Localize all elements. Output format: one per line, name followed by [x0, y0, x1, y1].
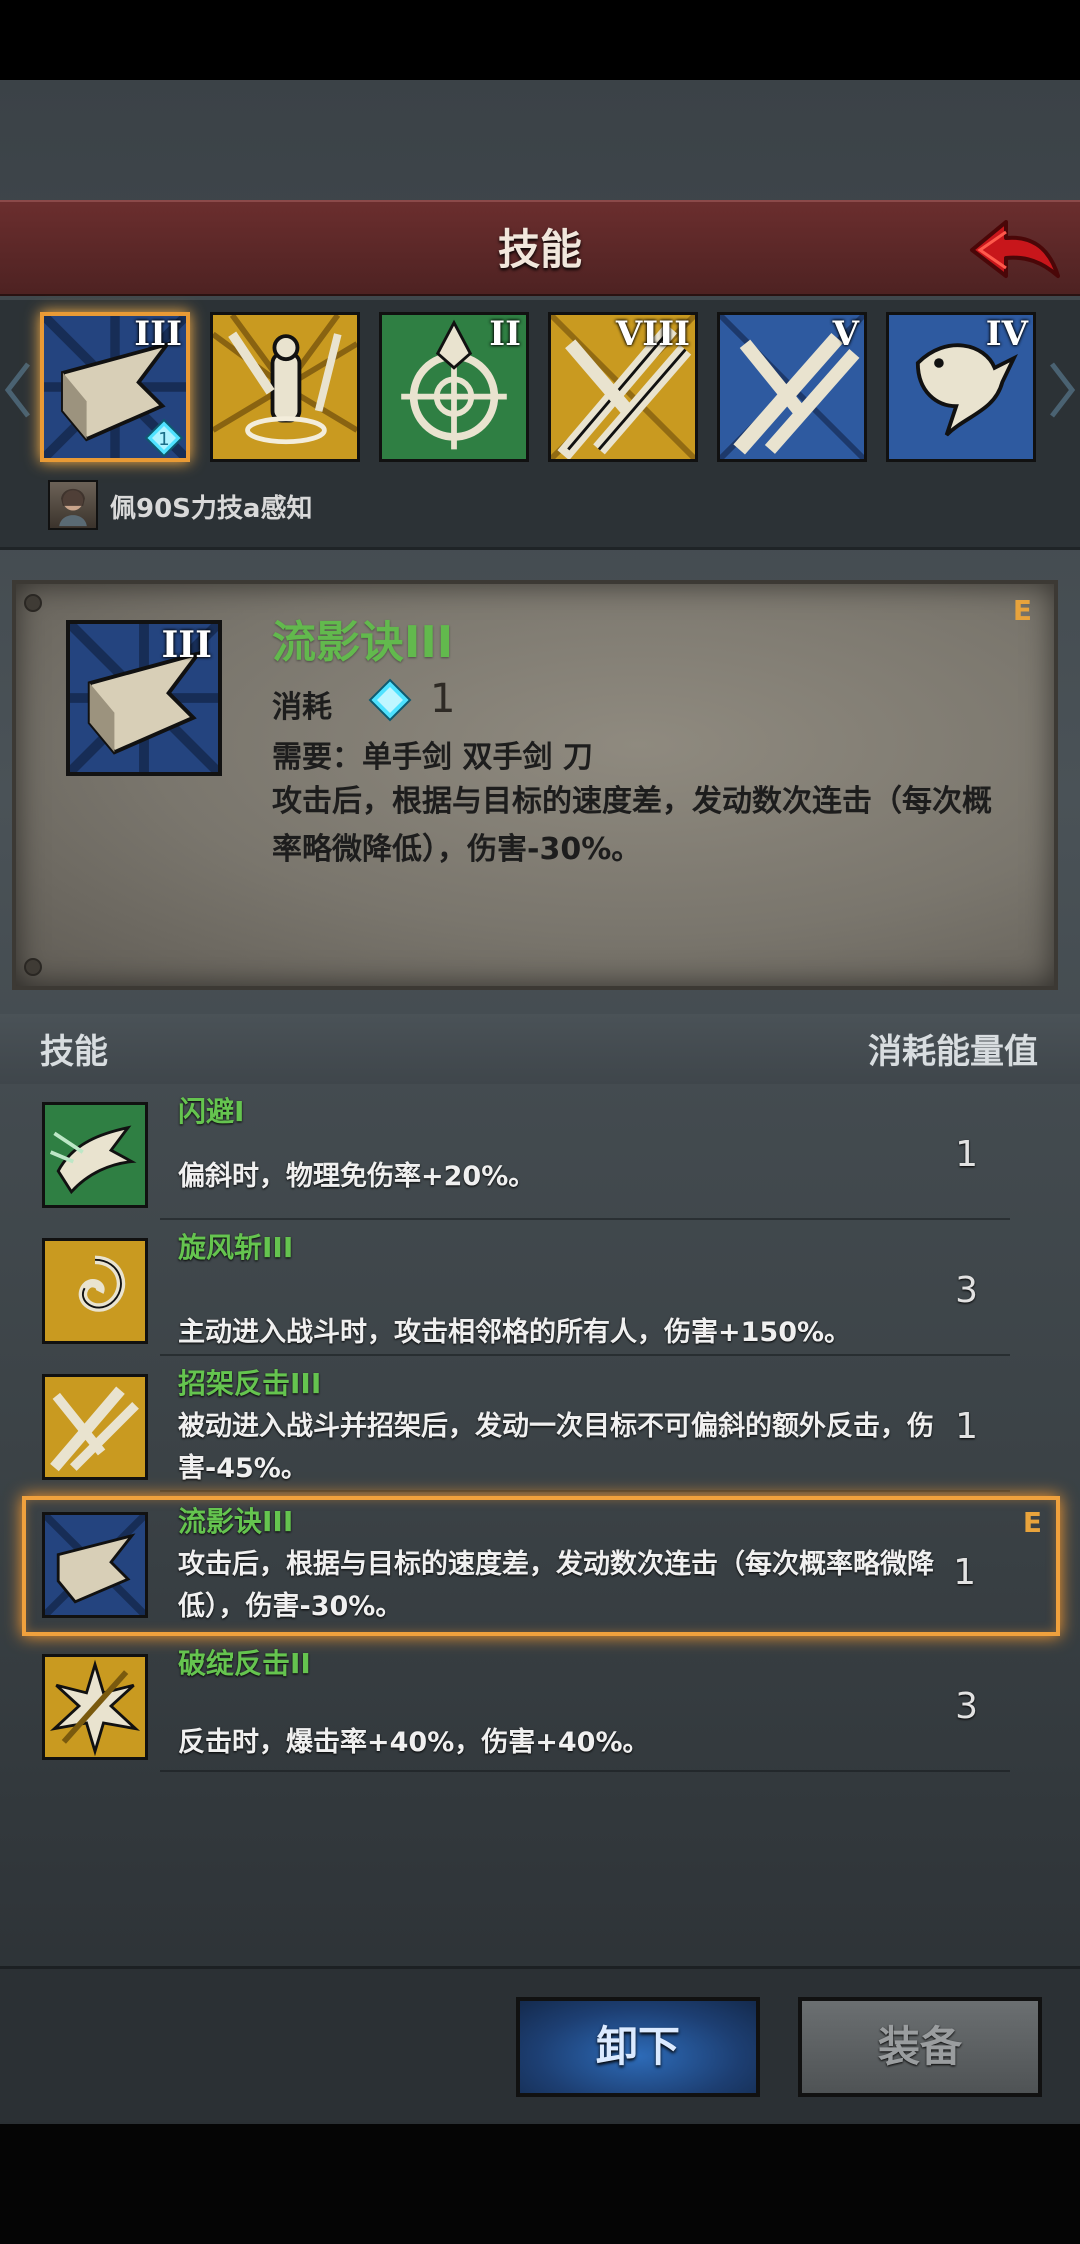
rivet: [24, 958, 42, 976]
skill-slot-2[interactable]: [210, 312, 360, 462]
unequip-button[interactable]: 卸下: [516, 1997, 760, 2097]
skill-description: 攻击后，根据与目标的速度差，发动数次连击（每次概率略微降低），伤害-30%。: [178, 1549, 934, 1622]
skill-list-item-selected[interactable]: 流影诀III 攻击后，根据与目标的速度差，发动数次连击（每次概率略微降低），伤害…: [22, 1496, 1060, 1636]
skill-list-item[interactable]: 闪避I 偏斜时，物理免伤率+20%。 1: [30, 1090, 1050, 1220]
diamond-gem-icon: [368, 678, 412, 722]
skill-icon: [42, 1238, 148, 1344]
skill-slot-3[interactable]: II: [379, 312, 529, 462]
rank-label: III: [161, 624, 212, 666]
dodge-icon: [45, 1105, 145, 1205]
gem-count: 1: [158, 429, 169, 450]
skill-name: 流影诀III: [272, 617, 454, 668]
skill-name: 旋风斩III: [178, 1231, 294, 1264]
back-arrow-icon: [970, 220, 1060, 278]
rank-label: V: [832, 314, 859, 354]
grade-badge: E: [1012, 594, 1032, 627]
grade-badge: E: [1022, 1506, 1042, 1539]
cost-value: 1: [430, 676, 456, 722]
skill-list-item[interactable]: 破绽反击II 反击时，爆击率+40%，伤害+40%。 3: [30, 1642, 1050, 1772]
energy-cost: 1: [955, 1406, 978, 1447]
title-bar: 技能: [0, 200, 1080, 296]
skill-name: 流影诀III: [178, 1505, 294, 1538]
skill-slot-1[interactable]: III 1: [40, 312, 190, 462]
back-button[interactable]: [966, 210, 1066, 290]
whirlwind-icon: [45, 1241, 145, 1341]
skill-description: 偏斜时，物理免伤率+20%。: [178, 1161, 536, 1192]
energy-cost: 3: [955, 1686, 978, 1727]
skill-slot-4[interactable]: VIII: [548, 312, 698, 462]
hook-blade-icon: [45, 1515, 145, 1615]
rank-label: II: [489, 314, 521, 354]
energy-cost: 1: [953, 1552, 976, 1593]
skill-list-item[interactable]: 招架反击III 被动进入战斗并招架后，发动一次目标不可偏斜的额外反击，伤害-45…: [30, 1362, 1050, 1492]
monk-swords-icon: [213, 315, 357, 459]
skill-list-header: 技能 消耗能量值: [0, 1014, 1080, 1084]
action-bar: 卸下 装备: [0, 1966, 1080, 2122]
parry-swords-icon: [45, 1377, 145, 1477]
scroll-left-button[interactable]: [4, 360, 32, 420]
column-skill: 技能: [40, 1032, 108, 1072]
energy-cost: 3: [955, 1270, 978, 1311]
scroll-right-button[interactable]: [1048, 360, 1076, 420]
divider: [160, 1218, 1010, 1220]
skill-name: 破绽反击II: [178, 1647, 311, 1680]
skill-icon: [42, 1374, 148, 1480]
skill-description: 被动进入战斗并招架后，发动一次目标不可偏斜的额外反击，伤害-45%。: [178, 1411, 934, 1484]
status-bar: [0, 0, 1080, 80]
avatar: [48, 480, 98, 530]
cost-label: 消耗: [272, 690, 332, 725]
skill-list-item[interactable]: 旋风斩III 主动进入战斗时，攻击相邻格的所有人，伤害+150%。 3: [30, 1226, 1050, 1356]
skill-slot-6[interactable]: IV: [886, 312, 1036, 462]
skill-description: 主动进入战斗时，攻击相邻格的所有人，伤害+150%。: [178, 1317, 852, 1348]
owner-name: 佩90S力技a感知: [110, 494, 313, 524]
detail-skill-icon: III: [66, 620, 222, 776]
skill-icon: [42, 1512, 148, 1618]
chevron-left-icon: [4, 362, 30, 418]
skill-description: 攻击后，根据与目标的速度差，发动数次连击（每次概率略微降低），伤害-30%。: [272, 784, 992, 867]
weapon-requirement: 需要：单手剑 双手剑 刀: [272, 740, 593, 775]
equipped-skill-strip: III 1 II VIII V IV 佩90S力技a感知: [0, 300, 1080, 550]
nav-bar: [0, 2124, 1080, 2244]
skill-name: 闪避I: [178, 1095, 245, 1128]
rank-label: III: [134, 314, 182, 354]
rank-label: VIII: [615, 314, 690, 354]
equip-button[interactable]: 装备: [798, 1997, 1042, 2097]
diamond-gem-icon: 1: [144, 418, 184, 458]
screen: 技能 III 1 II VIII V IV 佩90S力技a感知 E III 流影…: [0, 0, 1080, 2244]
chevron-right-icon: [1050, 362, 1076, 418]
gem-badge: 1: [144, 418, 184, 458]
skill-slot-5[interactable]: V: [717, 312, 867, 462]
column-energy-cost: 消耗能量值: [868, 1032, 1038, 1072]
skill-icon: [42, 1102, 148, 1208]
skill-tile: [210, 312, 360, 462]
rivet: [24, 594, 42, 612]
skill-detail-card: E III 流影诀III 消耗 1 需要：单手剑 双手剑 刀 攻击后，根据与目标…: [12, 580, 1058, 990]
page-title: 技能: [497, 225, 582, 274]
skill-description: 反击时，爆击率+40%，伤害+40%。: [178, 1727, 650, 1758]
skill-icon: [42, 1654, 148, 1760]
divider: [160, 1770, 1010, 1772]
divider: [160, 1490, 1010, 1492]
energy-cost: 1: [955, 1134, 978, 1175]
character-portrait-icon: [59, 488, 87, 527]
rank-label: IV: [985, 314, 1028, 354]
burst-counter-icon: [45, 1657, 145, 1757]
skill-name: 招架反击III: [178, 1367, 322, 1400]
divider: [160, 1354, 1010, 1356]
